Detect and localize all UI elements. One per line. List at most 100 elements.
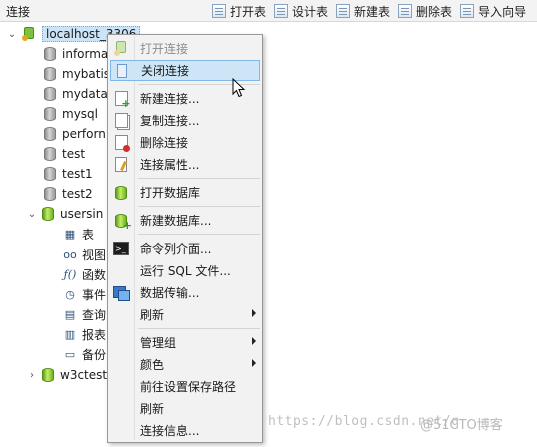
database-icon xyxy=(44,147,56,161)
database-icon xyxy=(44,167,56,181)
menu-item-run-sql-file[interactable]: 运行 SQL 文件... xyxy=(110,260,260,281)
database-label: mysql xyxy=(62,107,98,121)
open-table-icon xyxy=(212,4,226,18)
menu-item-delete-connection[interactable]: 删除连接 xyxy=(110,132,260,153)
top-bar: 连接 打开表 设计表 新建表 删除表 导入向导 xyxy=(0,0,537,22)
tree-database-row[interactable]: test2 xyxy=(44,184,93,204)
tree-database-row[interactable]: mybatis xyxy=(44,64,110,84)
new-table-button[interactable]: 新建表 xyxy=(334,1,394,21)
collapse-chevron-icon[interactable]: ⌄ xyxy=(26,208,38,220)
new-connection-icon xyxy=(110,88,132,110)
tree-database-row[interactable]: perforn xyxy=(44,124,106,144)
database-icon xyxy=(42,207,54,221)
menu-separator xyxy=(138,234,260,235)
submenu-arrow-icon xyxy=(252,359,256,367)
menu-item-label: 命令列介面... xyxy=(140,242,212,256)
copy-connection-icon xyxy=(110,110,132,131)
menu-item-icon-slot xyxy=(110,376,132,397)
tree-database-row[interactable]: mydata xyxy=(44,84,108,104)
delete-connection-icon xyxy=(110,132,132,153)
database-icon xyxy=(44,187,56,201)
menu-separator xyxy=(138,206,260,207)
menu-item-connection-info[interactable]: 连接信息... xyxy=(110,420,260,441)
report-icon: ▥ xyxy=(64,327,76,341)
menu-item-goto-save-path[interactable]: 前往设置保存路径 xyxy=(110,376,260,397)
function-icon: ƒ() xyxy=(63,267,77,281)
tree-object-row[interactable]: ƒ() 函数 xyxy=(62,264,106,284)
tree-object-row[interactable]: ▦ 表 xyxy=(62,224,94,244)
query-icon: ▤ xyxy=(64,307,76,321)
new-table-label: 新建表 xyxy=(354,4,391,19)
object-label: 函数 xyxy=(82,267,107,282)
database-icon xyxy=(44,127,56,141)
menu-item-label: 连接信息... xyxy=(140,424,200,438)
menu-item-label: 刷新 xyxy=(140,308,165,322)
menu-item-label: 连接属性... xyxy=(140,158,200,172)
import-wizard-button[interactable]: 导入向导 xyxy=(458,1,530,21)
tree-object-row[interactable]: ▭ 备份 xyxy=(62,344,106,364)
submenu-arrow-icon xyxy=(252,337,256,345)
menu-item-icon-slot xyxy=(110,304,132,325)
menu-item-label: 关闭连接 xyxy=(141,64,190,78)
menu-item-connection-properties[interactable]: 连接属性... xyxy=(110,154,260,175)
menu-item-manage-group[interactable]: 管理组 xyxy=(110,332,260,353)
menu-item-data-transfer[interactable]: 数据传输... xyxy=(110,282,260,303)
tree-object-row[interactable]: oo 视图 xyxy=(62,244,106,264)
database-label: informa xyxy=(62,47,109,61)
collapse-chevron-icon[interactable]: ⌄ xyxy=(6,28,18,40)
menu-item-refresh-submenu[interactable]: 刷新 xyxy=(110,304,260,325)
menu-item-icon-slot xyxy=(110,332,132,353)
event-icon: ◷ xyxy=(65,287,75,301)
tree-database-row[interactable]: mysql xyxy=(44,104,98,124)
tree-database-row[interactable]: test1 xyxy=(44,164,93,184)
run-sql-file-icon xyxy=(110,260,132,281)
new-database-icon xyxy=(110,210,132,232)
menu-item-new-database[interactable]: 新建数据库... xyxy=(110,210,260,232)
expand-chevron-icon[interactable]: › xyxy=(26,369,38,381)
design-table-button[interactable]: 设计表 xyxy=(272,1,332,21)
submenu-arrow-icon xyxy=(252,309,256,317)
object-label: 查询 xyxy=(82,307,107,322)
open-connection-icon xyxy=(110,38,132,59)
close-connection-icon xyxy=(111,60,133,81)
menu-item-open-connection[interactable]: 打开连接 xyxy=(110,38,260,59)
object-label: 事件 xyxy=(82,287,107,302)
database-label: test xyxy=(62,147,86,161)
mouse-pointer-icon xyxy=(232,78,246,98)
tree-object-row[interactable]: ▥ 报表 xyxy=(62,324,106,344)
tree-object-row[interactable]: ▤ 查询 xyxy=(62,304,106,324)
database-label: test2 xyxy=(62,187,93,201)
open-table-button[interactable]: 打开表 xyxy=(210,1,270,21)
watermark-brand: @51CTO博客 xyxy=(420,418,503,433)
import-wizard-icon xyxy=(460,4,475,18)
menu-item-copy-connection[interactable]: 复制连接... xyxy=(110,110,260,131)
database-label: mybatis xyxy=(62,67,111,81)
database-icon xyxy=(44,107,56,121)
delete-table-button[interactable]: 删除表 xyxy=(396,1,456,21)
menu-item-color[interactable]: 颜色 xyxy=(110,354,260,375)
tree-open-database-row[interactable]: ⌄ usersin xyxy=(26,204,103,224)
connection-panel-title: 连接 xyxy=(6,5,31,19)
console-icon: >_ xyxy=(110,238,132,259)
menu-item-label: 管理组 xyxy=(140,336,177,350)
tree-database-row[interactable]: test xyxy=(44,144,85,164)
database-icon xyxy=(44,47,56,61)
tree-database-row[interactable]: informa xyxy=(44,44,108,64)
menu-item-label: 数据传输... xyxy=(140,286,200,300)
menu-item-refresh[interactable]: 刷新 xyxy=(110,398,260,419)
database-icon xyxy=(44,67,56,81)
database-icon xyxy=(44,87,56,101)
tree-object-row[interactable]: ◷ 事件 xyxy=(62,284,106,304)
connection-icon xyxy=(22,27,36,41)
menu-item-console[interactable]: >_ 命令列介面... xyxy=(110,238,260,259)
menu-item-open-database[interactable]: 打开数据库 xyxy=(110,182,260,203)
tree-database-row[interactable]: › w3ctest xyxy=(26,365,107,385)
menu-item-label: 前往设置保存路径 xyxy=(140,380,237,394)
connection-properties-icon xyxy=(110,154,132,175)
delete-table-label: 删除表 xyxy=(416,4,453,19)
menu-item-label: 刷新 xyxy=(140,402,165,416)
menu-item-label: 新建连接... xyxy=(140,92,200,106)
menu-item-label: 新建数据库... xyxy=(140,214,212,228)
database-label: mydata xyxy=(62,87,108,101)
database-label: test1 xyxy=(62,167,93,181)
